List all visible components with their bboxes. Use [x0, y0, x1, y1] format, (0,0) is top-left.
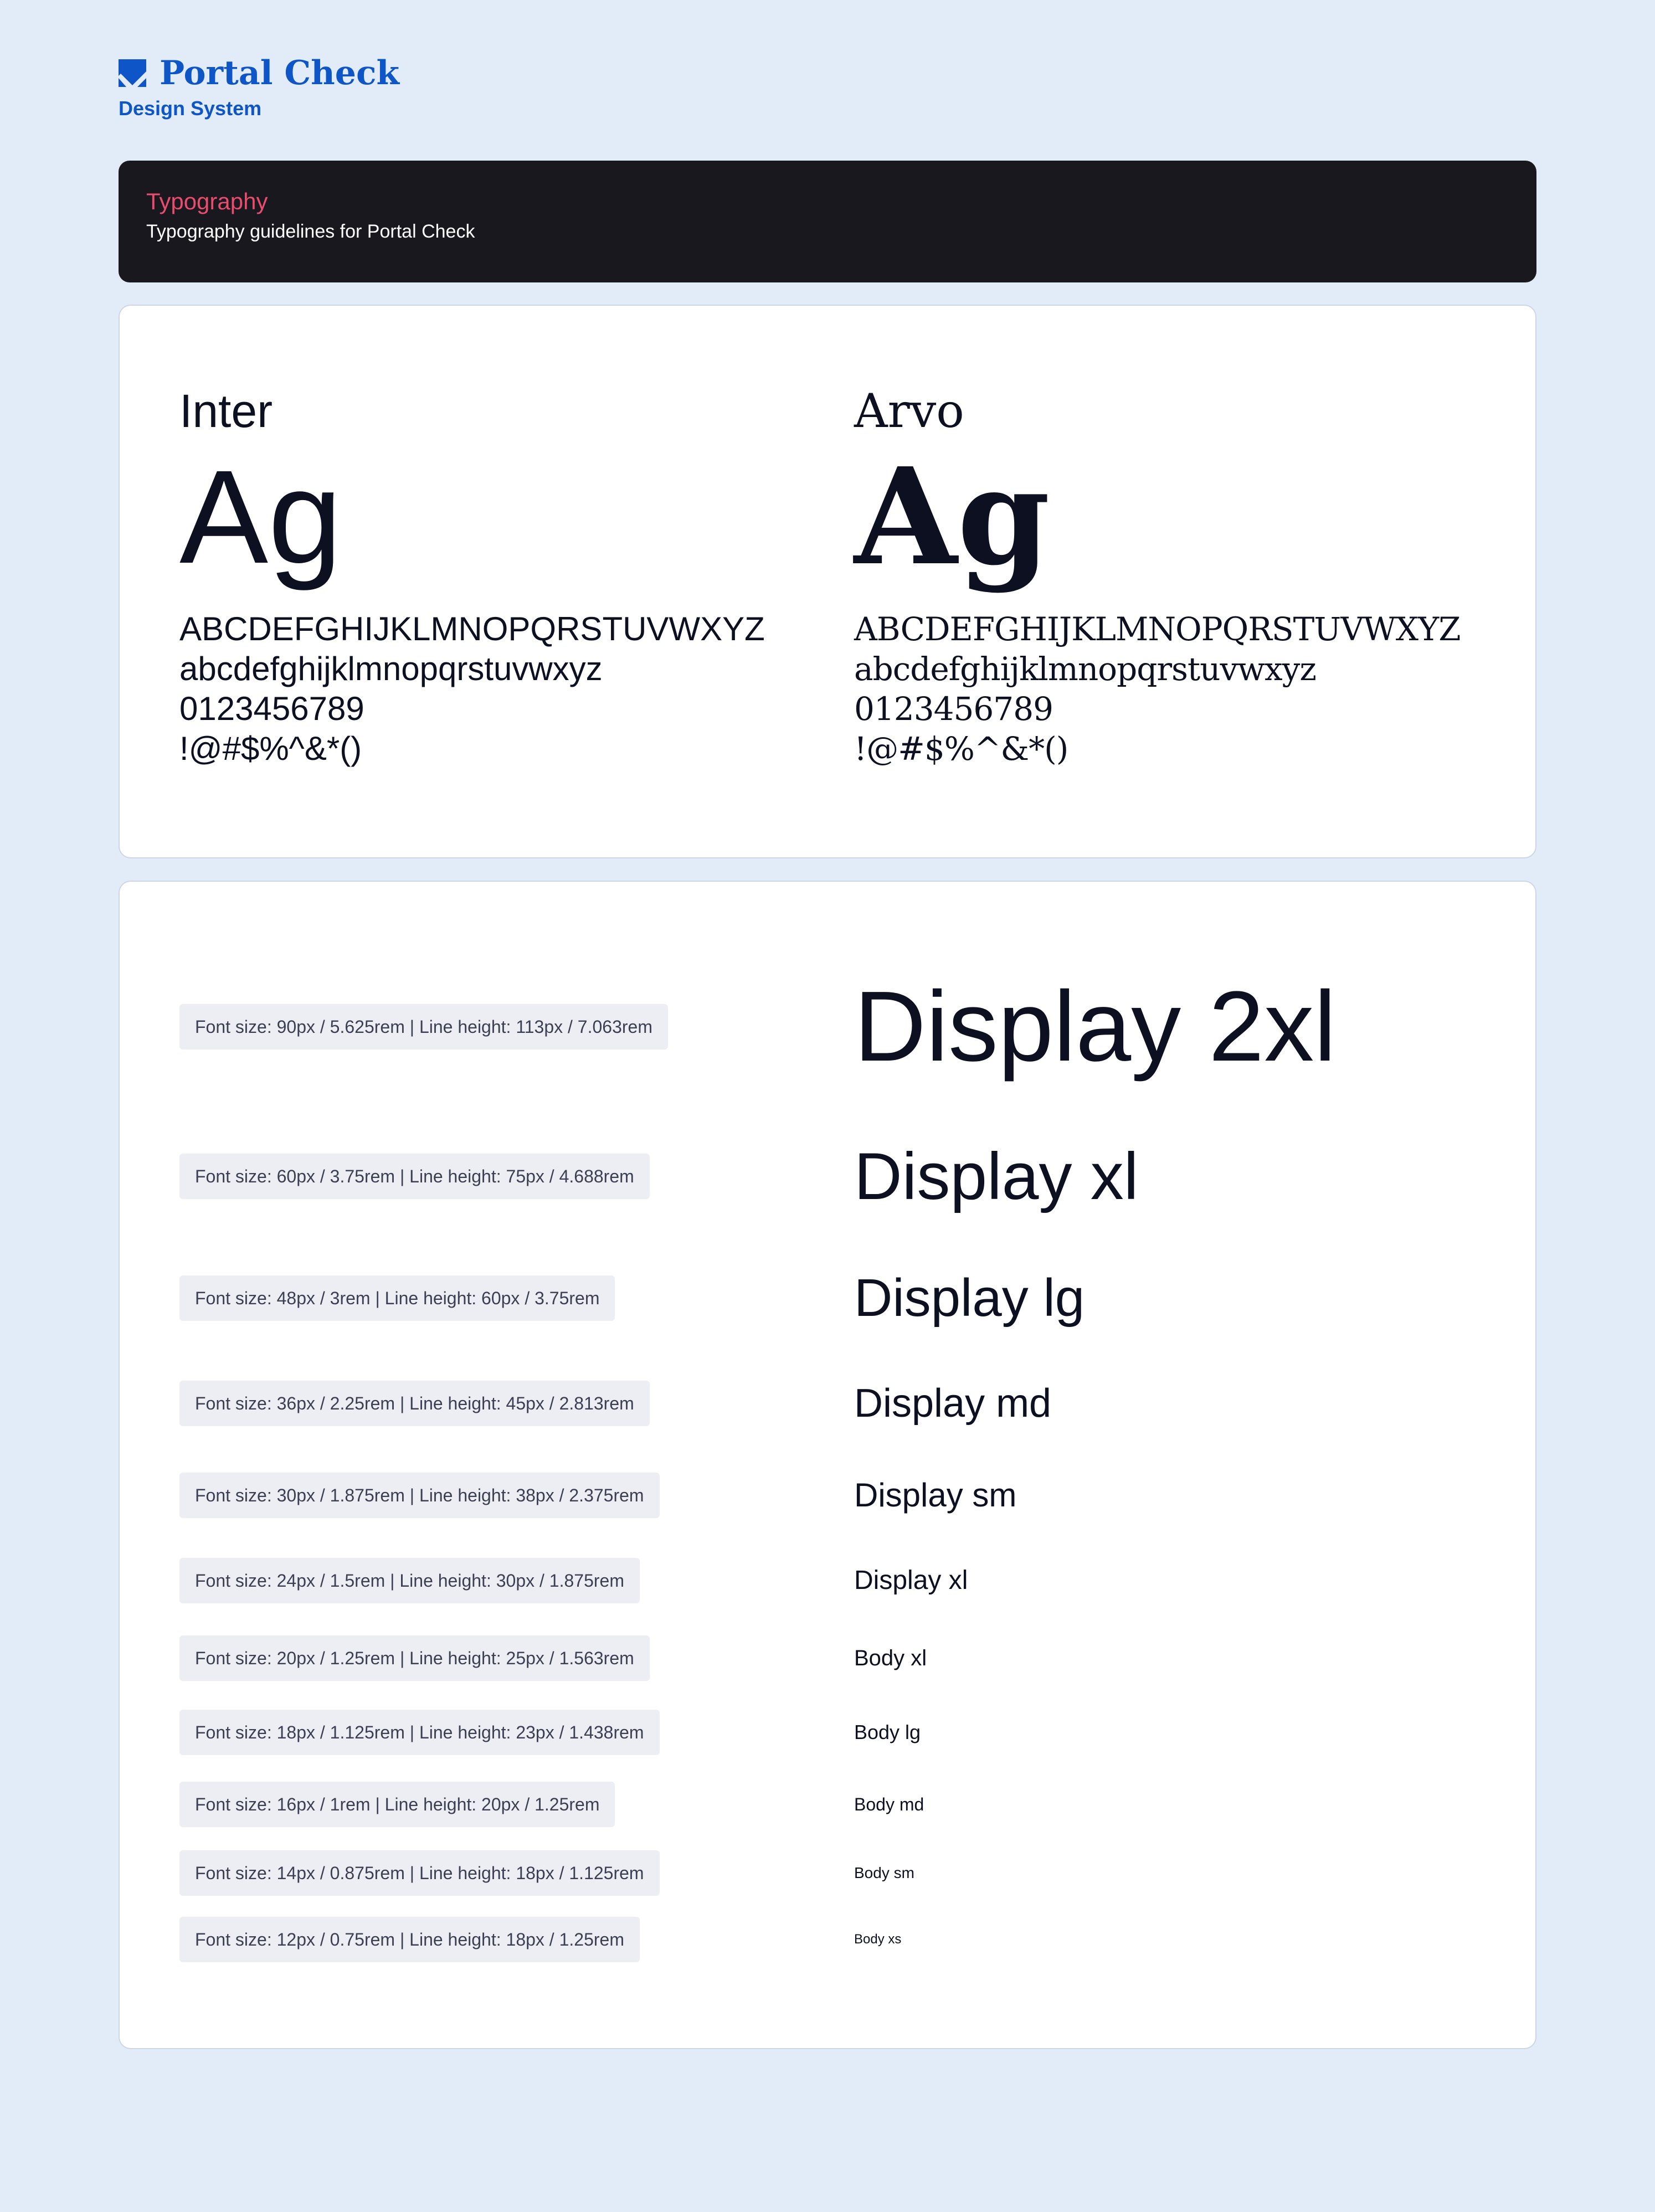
spec-tag: Font size: 18px / 1.125rem | Line height… [179, 1710, 660, 1755]
spec-tag: Font size: 36px / 2.25rem | Line height:… [179, 1381, 650, 1426]
spec-tag: Font size: 12px / 0.75rem | Line height:… [179, 1917, 640, 1962]
spec-tag: Font size: 90px / 5.625rem | Line height… [179, 1004, 668, 1050]
font-name: Inter [179, 385, 273, 437]
section-description: Typography guidelines for Portal Check [146, 221, 475, 242]
type-scale-card: Font size: 90px / 5.625rem | Line height… [119, 881, 1536, 2049]
font-ag-sample: Ag [179, 443, 342, 591]
spec-tag: Font size: 30px / 1.875rem | Line height… [179, 1473, 660, 1518]
spec-tag: Font size: 14px / 0.875rem | Line height… [179, 1850, 660, 1896]
type-sample: Display sm [854, 1477, 1017, 1514]
spec-tag: Font size: 48px / 3rem | Line height: 60… [179, 1275, 615, 1321]
type-sample: Body xl [854, 1646, 927, 1670]
page: Portal Check Design System Typography Ty… [0, 0, 1655, 2212]
type-sample: Display 2xl [854, 971, 1337, 1082]
glyph-digits: 0123456789 [854, 690, 1053, 728]
glyph-digits: 0123456789 [179, 690, 364, 727]
spec-tag: Font size: 24px / 1.5rem | Line height: … [179, 1558, 640, 1603]
glyph-lines: ABCDEFGHIJKLMNOPQRSTUVWXYZ abcdefghijklm… [179, 609, 765, 769]
section-header: Typography Typography guidelines for Por… [119, 161, 1536, 282]
type-sample: Body sm [854, 1864, 914, 1881]
font-ag-sample: Ag [854, 439, 1051, 595]
brand-row: Portal Check [119, 53, 399, 93]
glyph-symbols: !@#$%^&*() [854, 730, 1068, 768]
glyph-uppercase: ABCDEFGHIJKLMNOPQRSTUVWXYZ [854, 610, 1461, 648]
type-sample: Body xs [854, 1932, 902, 1947]
type-sample: Display lg [854, 1268, 1085, 1328]
brand-name: Portal Check [160, 54, 400, 92]
type-sample: Display md [854, 1381, 1052, 1426]
type-sample: Display xl [854, 1566, 968, 1595]
brand-header: Portal Check Design System [119, 53, 399, 121]
type-sample: Display xl [854, 1139, 1139, 1213]
glyph-lines: ABCDEFGHIJKLMNOPQRSTUVWXYZ abcdefghijklm… [854, 609, 1461, 769]
glyph-lowercase: abcdefghijklmnopqrstuvwxyz [179, 650, 603, 687]
glyph-symbols: !@#$%^&*() [179, 730, 362, 767]
glyph-uppercase: ABCDEFGHIJKLMNOPQRSTUVWXYZ [179, 610, 765, 647]
type-sample: Body lg [854, 1721, 921, 1743]
font-specimen-arvo: Arvo Ag ABCDEFGHIJKLMNOPQRSTUVWXYZ abcde… [854, 383, 1461, 769]
glyph-lowercase: abcdefghijklmnopqrstuvwxyz [854, 650, 1317, 688]
spec-tag: Font size: 20px / 1.25rem | Line height:… [179, 1635, 650, 1681]
section-title: Typography [146, 188, 268, 214]
spec-tag: Font size: 16px / 1rem | Line height: 20… [179, 1782, 615, 1827]
check-square-icon [119, 59, 146, 87]
font-specimen-card: Inter Ag ABCDEFGHIJKLMNOPQRSTUVWXYZ abcd… [119, 305, 1536, 858]
type-sample: Body md [854, 1794, 924, 1814]
font-specimen-inter: Inter Ag ABCDEFGHIJKLMNOPQRSTUVWXYZ abcd… [179, 383, 765, 769]
brand-subtitle: Design System [119, 97, 262, 120]
spec-tag: Font size: 60px / 3.75rem | Line height:… [179, 1154, 650, 1199]
font-name: Arvo [854, 384, 964, 438]
